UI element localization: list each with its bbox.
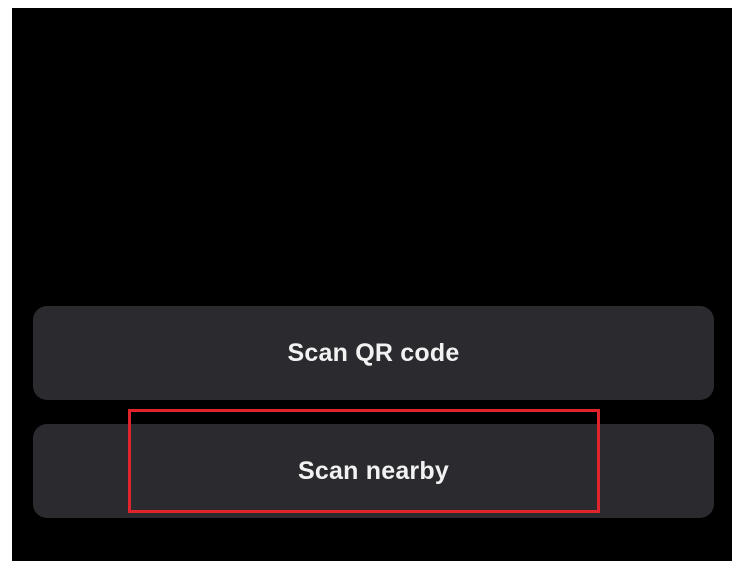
scan-nearby-button[interactable]: Scan nearby (33, 424, 714, 518)
scan-qr-code-label: Scan QR code (287, 338, 460, 367)
scan-nearby-label: Scan nearby (298, 456, 449, 485)
app-screen: Scan QR code Scan nearby (12, 8, 732, 561)
scan-qr-code-button[interactable]: Scan QR code (33, 306, 714, 400)
screen-edge (12, 119, 15, 561)
